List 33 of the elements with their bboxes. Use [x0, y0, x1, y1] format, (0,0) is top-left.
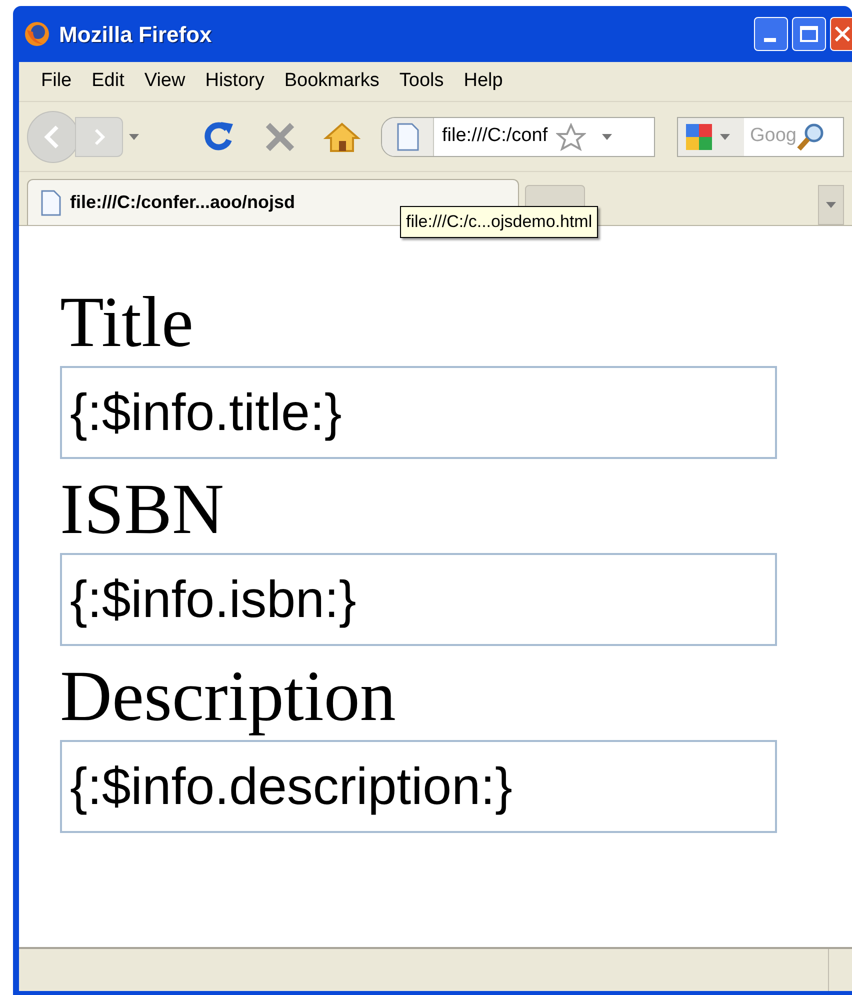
address-bar[interactable]: file:///C:/conf	[381, 116, 655, 156]
field-label: Description	[60, 655, 397, 738]
input-field[interactable]: {:$info.isbn:}	[60, 553, 777, 646]
field-label: Title	[60, 281, 194, 364]
close-button[interactable]	[830, 17, 852, 51]
page-icon	[40, 188, 62, 216]
page-icon	[396, 122, 420, 152]
address-text: file:///C:/conf	[442, 124, 548, 148]
window-title: Mozilla Firefox	[59, 20, 212, 48]
menu-item[interactable]: Bookmarks	[276, 65, 388, 98]
maximize-button[interactable]	[792, 17, 826, 51]
input-field[interactable]: {:$info.title:}	[60, 366, 777, 459]
minimize-button[interactable]	[754, 17, 788, 51]
menu-item[interactable]: Help	[456, 65, 511, 98]
firefox-logo-icon	[23, 20, 51, 48]
input-field[interactable]: {:$info.description:}	[60, 740, 777, 833]
menu-item[interactable]: File	[33, 65, 80, 98]
dropdown-icon	[826, 202, 836, 208]
menu-item[interactable]: Tools	[391, 65, 452, 98]
dropdown-icon[interactable]	[602, 134, 612, 140]
star-icon[interactable]	[556, 122, 586, 150]
menu-item[interactable]: History	[197, 65, 272, 98]
menu-item[interactable]: View	[136, 65, 194, 98]
close-icon	[833, 24, 852, 44]
dropdown-icon[interactable]	[720, 134, 730, 140]
tab-list-button[interactable]	[818, 185, 844, 225]
field-label: ISBN	[60, 468, 226, 551]
tooltip: file:///C:/c...ojsdemo.html	[400, 206, 598, 238]
home-icon[interactable]	[323, 120, 361, 152]
dropdown-icon[interactable]	[129, 134, 139, 140]
search-engine-icon[interactable]	[684, 122, 714, 152]
menu-item[interactable]: Edit	[84, 65, 132, 98]
search-placeholder: Goog	[750, 124, 796, 148]
